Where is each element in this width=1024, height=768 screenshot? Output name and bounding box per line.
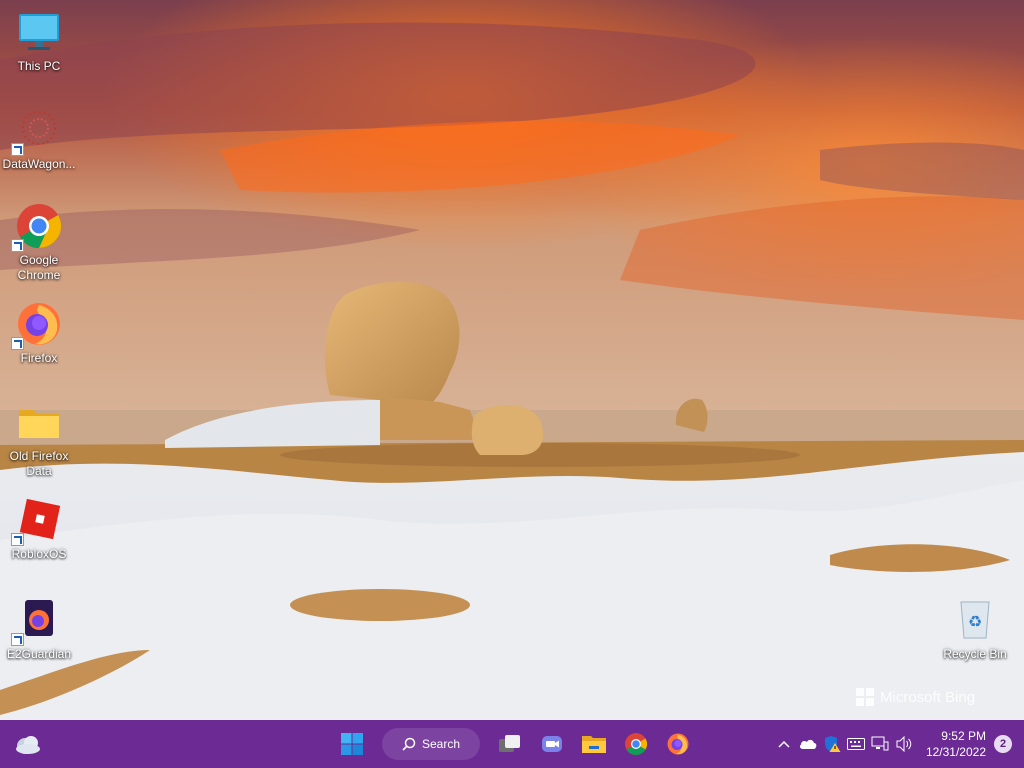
shortcut-arrow-icon [11, 533, 24, 546]
firefox-icon [11, 300, 63, 350]
weather-icon [16, 736, 40, 754]
taskbar-clock[interactable]: 9:52 PM 12/31/2022 [916, 728, 994, 760]
system-tray: 9:52 PM 12/31/2022 2 [772, 720, 1024, 768]
teams-chat-button[interactable] [534, 726, 570, 762]
desktop-icon-label: RobloxOS [11, 547, 67, 561]
desktop-icon-google-chrome[interactable]: Google Chrome [0, 202, 78, 283]
chrome-taskbar-button[interactable] [618, 726, 654, 762]
taskbar-search-box[interactable]: Search [382, 728, 480, 760]
datawagon-icon [11, 106, 63, 156]
taskbar-apps: Search [334, 720, 696, 768]
desktop-icon-robloxos[interactable]: RobloxOS [0, 496, 78, 562]
keyboard-icon[interactable] [844, 732, 868, 756]
desktop-icon-this-pc[interactable]: This PC [0, 8, 78, 74]
search-icon [402, 737, 416, 751]
desktop-icon-e2guardian[interactable]: E2Guardian [0, 596, 78, 662]
shortcut-arrow-icon [11, 337, 24, 350]
shortcut-arrow-icon [11, 633, 24, 646]
desktop-icon-firefox[interactable]: Firefox [0, 300, 78, 366]
network-icon[interactable] [868, 732, 892, 756]
shortcut-arrow-icon [11, 143, 24, 156]
clock-time: 9:52 PM [941, 729, 986, 743]
desktop-icon-label: Firefox [20, 351, 58, 365]
desktop-icon-label: Recycle Bin [943, 647, 1007, 661]
folder-icon [15, 398, 63, 446]
chrome-icon [11, 202, 63, 252]
search-label: Search [422, 737, 461, 751]
notification-badge[interactable]: 2 [994, 735, 1012, 753]
windows-start-icon [341, 733, 363, 755]
desktop-icon-label: Google Chrome [17, 253, 61, 282]
desktop-icon-label: Old Firefox Data [9, 449, 69, 478]
desktop-wallpaper [0, 0, 1024, 720]
task-view-button[interactable] [492, 726, 528, 762]
roblox-icon [11, 496, 63, 546]
desktop-icon-old-firefox-data[interactable]: Old Firefox Data [0, 398, 78, 479]
teams-chat-icon [542, 736, 562, 752]
volume-icon[interactable] [892, 732, 916, 756]
svg-text:♻: ♻ [968, 612, 982, 631]
start-button[interactable] [334, 726, 370, 762]
onedrive-icon[interactable] [796, 732, 820, 756]
chevron-up-icon[interactable] [772, 732, 796, 756]
file-explorer-icon [582, 736, 606, 753]
firefox-taskbar-button[interactable] [660, 726, 696, 762]
defender-warning-icon[interactable] [820, 732, 844, 756]
watermark-text: Microsoft Bing [880, 688, 976, 706]
task-view-icon [499, 735, 520, 752]
desktop-icon-label: E2Guardian [6, 647, 72, 661]
wallpaper-landscape [0, 0, 1024, 720]
widgets-button[interactable] [14, 731, 42, 757]
taskbar: Search 9:52 PM 12/31/2022 2 [0, 720, 1024, 768]
desktop-icon-label: This PC [17, 59, 61, 73]
file-explorer-button[interactable] [576, 726, 612, 762]
desktop-icon-recycle-bin[interactable]: ♻ Recycle Bin [936, 596, 1014, 662]
bing-watermark: Microsoft Bing [856, 688, 975, 706]
microsoft-logo-icon [856, 688, 874, 706]
desktop-icon-label: DataWagon... [2, 157, 76, 171]
desktop-icon-datawagon[interactable]: DataWagon... [0, 106, 78, 172]
shortcut-arrow-icon [11, 239, 24, 252]
clock-date: 12/31/2022 [925, 745, 986, 759]
recycle-bin-icon: ♻ [951, 596, 999, 644]
monitor-icon [15, 8, 63, 56]
chrome-icon [625, 733, 648, 755]
e2guardian-icon [11, 596, 63, 646]
firefox-icon [667, 733, 689, 755]
